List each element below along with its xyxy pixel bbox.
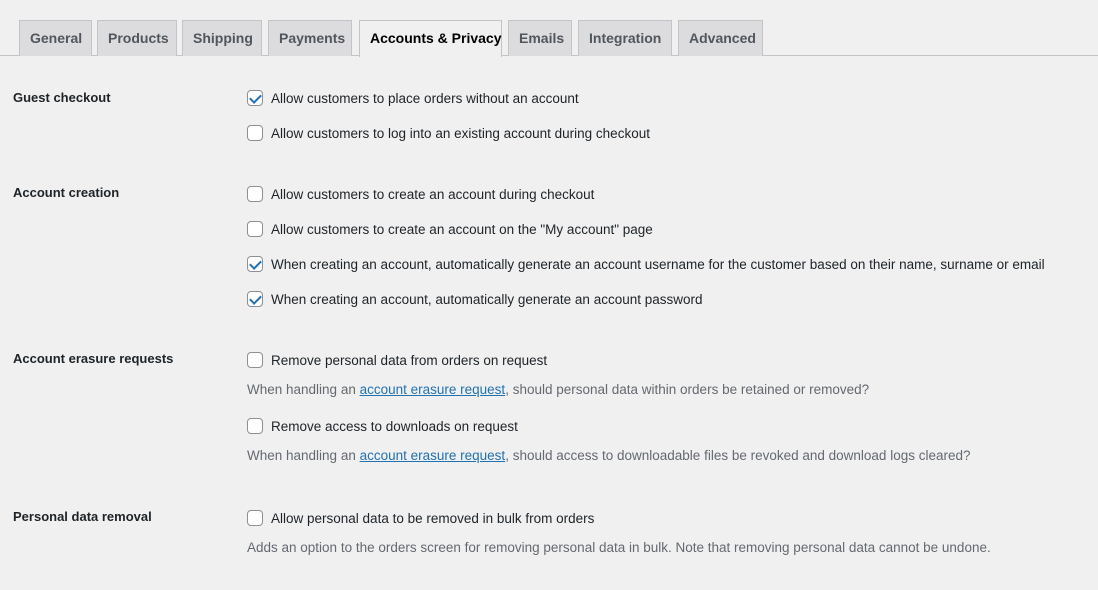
tab-advanced[interactable]: Advanced — [678, 20, 763, 56]
personal-data-removal-label: Personal data removal — [13, 509, 152, 524]
guest-checkout-option-login[interactable]: Allow customers to log into an existing … — [247, 124, 650, 142]
checkbox[interactable] — [247, 221, 263, 237]
option-label: Allow customers to place orders without … — [271, 90, 579, 106]
account-erasure-request-link[interactable]: account erasure request — [360, 448, 506, 463]
tab-integration[interactable]: Integration — [578, 20, 672, 56]
tab-general[interactable]: General — [19, 20, 92, 56]
checkbox[interactable] — [247, 186, 263, 202]
personal-data-removal-description: Adds an option to the orders screen for … — [247, 540, 991, 555]
option-label: Allow personal data to be removed in bul… — [271, 510, 595, 526]
account-erasure-label: Account erasure requests — [13, 351, 174, 366]
guest-checkout-option-place-orders[interactable]: Allow customers to place orders without … — [247, 89, 579, 107]
checkbox[interactable] — [247, 418, 263, 434]
account-creation-option-generate-password[interactable]: When creating an account, automatically … — [247, 290, 703, 308]
guest-checkout-label: Guest checkout — [13, 90, 111, 105]
checkbox[interactable] — [247, 510, 263, 526]
account-creation-option-my-account[interactable]: Allow customers to create an account on … — [247, 220, 653, 238]
account-erasure-request-link[interactable]: account erasure request — [360, 382, 506, 397]
settings-tab-bar: General Products Shipping Payments Accou… — [0, 0, 1098, 57]
option-label: Allow customers to create an account on … — [271, 221, 653, 237]
erasure-downloads-description: When handling an account erasure request… — [247, 448, 971, 463]
erasure-personal-data-description: When handling an account erasure request… — [247, 382, 869, 397]
checkbox[interactable] — [247, 125, 263, 141]
option-label: Remove personal data from orders on requ… — [271, 352, 548, 368]
personal-data-removal-option-bulk[interactable]: Allow personal data to be removed in bul… — [247, 509, 594, 527]
erasure-option-remove-personal-data[interactable]: Remove personal data from orders on requ… — [247, 351, 547, 369]
tab-emails[interactable]: Emails — [508, 20, 572, 56]
checkbox[interactable] — [247, 291, 263, 307]
checkbox[interactable] — [247, 256, 263, 272]
account-creation-option-checkout[interactable]: Allow customers to create an account dur… — [247, 185, 594, 203]
description-text: , should access to downloadable files be… — [505, 448, 971, 463]
check-icon — [249, 91, 262, 104]
option-label: Allow customers to create an account dur… — [271, 186, 595, 202]
description-text: When handling an — [247, 448, 360, 463]
account-creation-option-generate-username[interactable]: When creating an account, automatically … — [247, 255, 1045, 273]
account-creation-label: Account creation — [13, 185, 120, 200]
tab-shipping[interactable]: Shipping — [182, 20, 262, 56]
tab-products[interactable]: Products — [97, 20, 177, 56]
option-label: When creating an account, automatically … — [271, 291, 703, 307]
option-label: When creating an account, automatically … — [271, 256, 1045, 272]
description-text: When handling an — [247, 382, 360, 397]
tab-accounts-privacy[interactable]: Accounts & Privacy — [359, 20, 502, 57]
description-text: , should personal data within orders be … — [505, 382, 870, 397]
checkbox[interactable] — [247, 90, 263, 106]
check-icon — [249, 292, 262, 305]
option-label: Remove access to downloads on request — [271, 418, 518, 434]
erasure-option-remove-downloads[interactable]: Remove access to downloads on request — [247, 417, 518, 435]
checkbox[interactable] — [247, 352, 263, 368]
check-icon — [249, 257, 262, 270]
option-label: Allow customers to log into an existing … — [271, 125, 650, 141]
tab-payments[interactable]: Payments — [268, 20, 352, 56]
